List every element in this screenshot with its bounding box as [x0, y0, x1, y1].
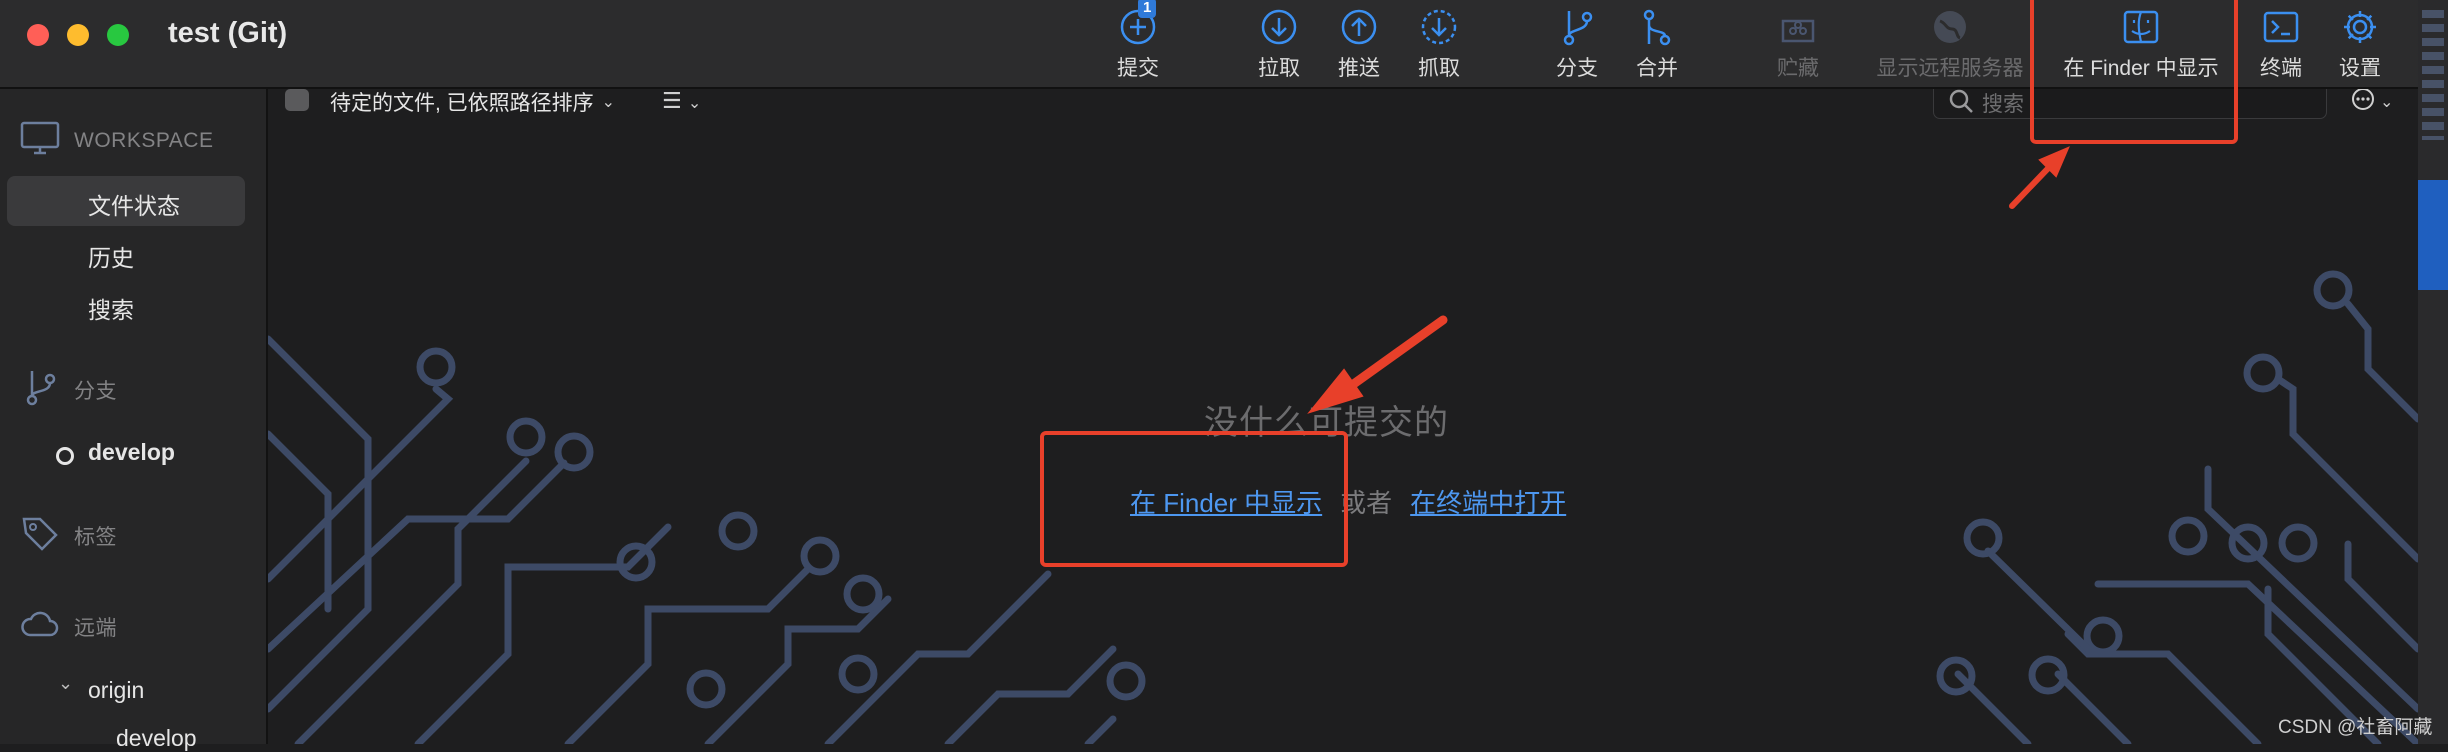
watermark: CSDN @社畜阿藏	[2278, 717, 2433, 738]
annotation-arrows	[1307, 146, 2070, 414]
